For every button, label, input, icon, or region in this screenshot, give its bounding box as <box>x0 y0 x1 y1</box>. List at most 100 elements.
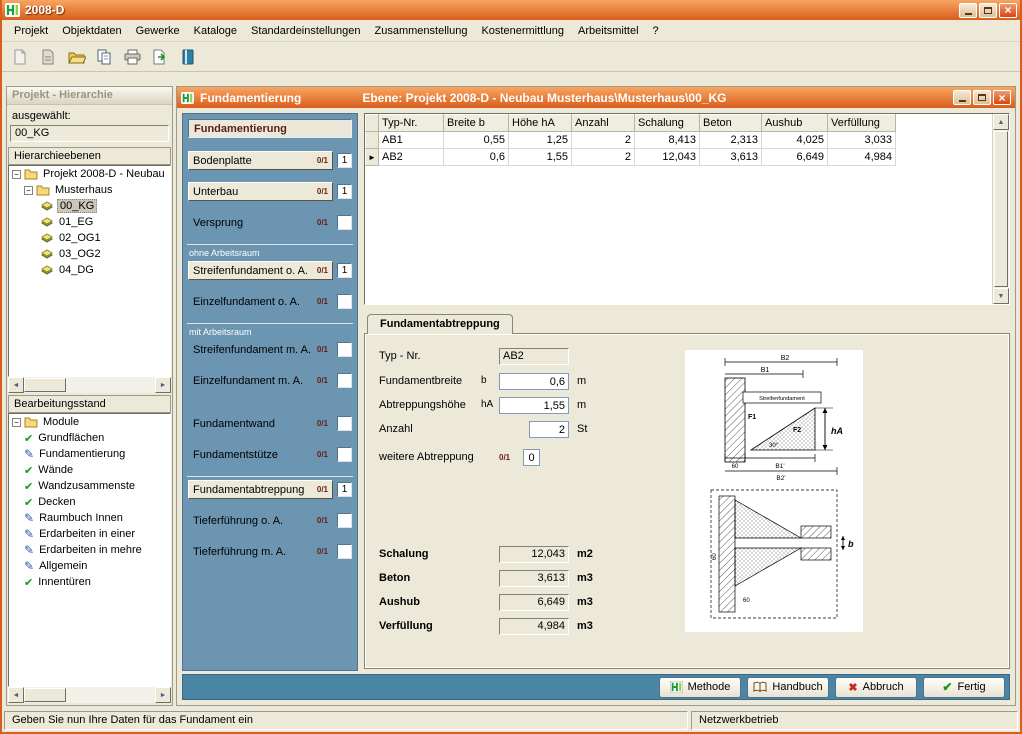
tree-row-floor[interactable]: 02_OG1 <box>9 230 170 246</box>
tab-fundamentabtreppung[interactable]: Fundamentabtreppung <box>367 314 513 334</box>
tree-label[interactable]: 03_OG2 <box>57 248 103 260</box>
versprung-button[interactable]: Versprung 0/1 <box>188 213 333 232</box>
cell[interactable]: AB1 <box>379 132 444 149</box>
module-label[interactable]: Decken <box>36 496 77 508</box>
menu-help[interactable]: ? <box>646 22 666 40</box>
hierarchy-hscrollbar[interactable] <box>8 377 171 393</box>
menu-projekt[interactable]: Projekt <box>7 22 55 40</box>
module-label[interactable]: Wände <box>36 464 75 476</box>
module-label[interactable]: Grundflächen <box>36 432 106 444</box>
module-label[interactable]: Fundamentierung <box>37 448 127 460</box>
fundamentabtreppung-button[interactable]: Fundamentabtreppung 0/1 <box>188 480 333 499</box>
collapse-icon[interactable] <box>12 418 21 427</box>
status-header[interactable]: Bearbeitungsstand <box>8 395 171 413</box>
tree-row-floor[interactable]: 01_EG <box>9 214 170 230</box>
menu-kataloge[interactable]: Kataloge <box>187 22 244 40</box>
cell[interactable]: AB2 <box>379 149 444 166</box>
scroll-up-icon[interactable] <box>993 114 1009 130</box>
cell[interactable]: 6,649 <box>762 149 828 166</box>
minimize-button[interactable] <box>959 3 977 18</box>
cell[interactable]: 4,984 <box>828 149 896 166</box>
tieferfuehrung-oa-button[interactable]: Tieferführung o. A. 0/1 <box>188 511 333 530</box>
scroll-thumb[interactable] <box>24 378 66 392</box>
print-icon[interactable] <box>119 44 145 70</box>
col-breite[interactable]: Breite b <box>444 115 509 132</box>
module-row[interactable]: Wände <box>9 462 170 478</box>
modules-hscrollbar[interactable] <box>8 687 171 703</box>
module-row[interactable]: Decken <box>9 494 170 510</box>
close-button[interactable] <box>999 3 1017 18</box>
grid-row-ab1[interactable]: AB1 0,55 1,25 2 8,413 2,313 4,025 3,033 <box>366 132 896 149</box>
copy-icon[interactable] <box>91 44 117 70</box>
scroll-thumb[interactable] <box>24 688 66 702</box>
cell[interactable]: 1,25 <box>509 132 572 149</box>
cell[interactable]: 8,413 <box>635 132 700 149</box>
tree-row-floor[interactable]: 03_OG2 <box>9 246 170 262</box>
scroll-down-icon[interactable] <box>993 288 1009 304</box>
scroll-track[interactable] <box>66 687 155 703</box>
row-selector[interactable] <box>366 132 379 149</box>
exit-book-icon[interactable] <box>175 44 201 70</box>
tieferfuehrung-ma-count-box[interactable] <box>337 544 352 559</box>
col-typ-nr[interactable]: Typ-Nr. <box>379 115 444 132</box>
anzahl-input[interactable] <box>529 421 569 438</box>
grid-vscrollbar[interactable] <box>992 114 1009 304</box>
mdi-maximize-button[interactable] <box>973 90 991 105</box>
col-anzahl[interactable]: Anzahl <box>572 115 635 132</box>
tree-row-floor[interactable]: 04_DG <box>9 262 170 278</box>
module-row[interactable]: Erdarbeiten in mehre <box>9 542 170 558</box>
breite-input[interactable] <box>499 373 569 390</box>
einzelfundament-oa-button[interactable]: Einzelfundament o. A. 0/1 <box>188 292 333 311</box>
tree-row-module-root[interactable]: Module <box>9 414 170 430</box>
maximize-button[interactable] <box>979 3 997 18</box>
collapse-icon[interactable] <box>12 170 21 179</box>
tree-label[interactable]: 04_DG <box>57 264 96 276</box>
col-aushub[interactable]: Aushub <box>762 115 828 132</box>
streifenfundament-ma-count-box[interactable] <box>337 342 352 357</box>
menu-gewerke[interactable]: Gewerke <box>129 22 187 40</box>
export-icon[interactable] <box>147 44 173 70</box>
methode-button[interactable]: Methode <box>659 677 741 698</box>
collapse-icon[interactable] <box>24 186 33 195</box>
scroll-thumb[interactable] <box>994 131 1008 287</box>
grid-row-ab2-selected[interactable]: AB2 0,6 1,55 2 12,043 3,613 6,649 4,984 <box>366 149 896 166</box>
module-label[interactable]: Raumbuch Innen <box>37 512 125 524</box>
cell[interactable]: 0,55 <box>444 132 509 149</box>
tieferfuehrung-oa-count-box[interactable] <box>337 513 352 528</box>
col-schalung[interactable]: Schalung <box>635 115 700 132</box>
cell[interactable]: 1,55 <box>509 149 572 166</box>
menu-standardeinstellungen[interactable]: Standardeinstellungen <box>244 22 367 40</box>
menu-kostenermittlung[interactable]: Kostenermittlung <box>474 22 571 40</box>
open-folder-icon[interactable] <box>63 44 89 70</box>
col-hoehe[interactable]: Höhe hA <box>509 115 572 132</box>
menu-objektdaten[interactable]: Objektdaten <box>55 22 128 40</box>
tree-label[interactable]: 01_EG <box>57 216 95 228</box>
mdi-minimize-button[interactable] <box>953 90 971 105</box>
handbuch-button[interactable]: Handbuch <box>747 677 829 698</box>
open-document-icon[interactable] <box>35 44 61 70</box>
scroll-left-icon[interactable] <box>8 687 24 703</box>
col-beton[interactable]: Beton <box>700 115 762 132</box>
tree-row-floor[interactable]: 00_KG <box>9 198 170 214</box>
fundamentwand-button[interactable]: Fundamentwand 0/1 <box>188 414 333 433</box>
tree-label[interactable]: Musterhaus <box>53 184 114 196</box>
scroll-left-icon[interactable] <box>8 377 24 393</box>
fundamentstuetze-count-box[interactable] <box>337 447 352 462</box>
module-row[interactable]: Erdarbeiten in einer <box>9 526 170 542</box>
menu-zusammenstellung[interactable]: Zusammenstellung <box>368 22 475 40</box>
fertig-button[interactable]: Fertig <box>923 677 1005 698</box>
tree-label-selected[interactable]: 00_KG <box>57 199 97 213</box>
tree-label[interactable]: Projekt 2008-D - Neubau <box>41 168 167 180</box>
scroll-track[interactable] <box>66 377 155 393</box>
versprung-count-box[interactable] <box>337 215 352 230</box>
cell[interactable]: 0,6 <box>444 149 509 166</box>
cell[interactable]: 3,033 <box>828 132 896 149</box>
einzelfundament-oa-count-box[interactable] <box>337 294 352 309</box>
mdi-close-button[interactable] <box>993 90 1011 105</box>
module-row[interactable]: Wandzusammenste <box>9 478 170 494</box>
module-label[interactable]: Erdarbeiten in mehre <box>37 544 144 556</box>
cell[interactable]: 4,025 <box>762 132 828 149</box>
einzelfundament-ma-button[interactable]: Einzelfundament m. A. 0/1 <box>188 371 333 390</box>
module-row[interactable]: Allgemein <box>9 558 170 574</box>
cell[interactable]: 2,313 <box>700 132 762 149</box>
